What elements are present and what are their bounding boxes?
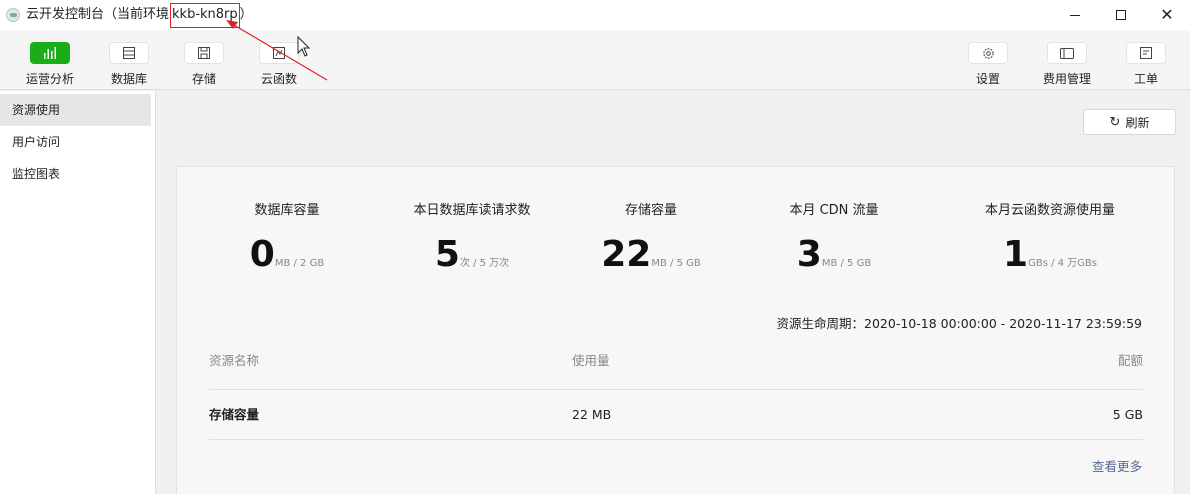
tool-database[interactable]: 数据库	[99, 42, 159, 87]
stat-title: 存储容量	[624, 203, 677, 218]
stat-cloud-function: 本月云函数资源使用量 1GBs / 4 万GBs	[942, 199, 1158, 275]
close-button[interactable]: ✕	[1144, 0, 1190, 30]
tool-settings[interactable]: 设置	[958, 42, 1018, 87]
maximize-icon	[1116, 10, 1126, 20]
stat-title: 本日数据库读请求数	[413, 203, 531, 218]
stat-title: 本月云函数资源使用量	[984, 203, 1115, 218]
tool-label: 数据库	[110, 72, 147, 86]
stat-title: 数据库容量	[254, 203, 320, 218]
sidebar: 资源使用 用户访问 监控图表	[0, 91, 156, 494]
table-header: 资源名称 使用量 配额	[209, 353, 1143, 390]
col-header-quota: 配额	[1117, 353, 1143, 368]
stat-unit: MB / 2 GB	[274, 258, 325, 269]
function-icon	[259, 42, 299, 64]
refresh-label: 刷新	[1125, 115, 1150, 130]
bar-chart-icon	[30, 42, 70, 64]
tool-label: 存储	[191, 72, 216, 86]
toolbar: 运营分析 数据库 存储 云函数 设置 费用管理 工单	[0, 30, 1190, 90]
resource-table: 资源名称 使用量 配额 存储容量 22 MB 5 GB	[209, 353, 1143, 440]
gear-icon	[968, 42, 1008, 64]
refresh-button[interactable]: ↻ 刷新	[1083, 109, 1176, 135]
sidebar-item-user-access[interactable]: 用户访问	[0, 126, 151, 158]
stat-value: 3	[796, 234, 822, 275]
stat-cdn-traffic: 本月 CDN 流量 3MB / 5 GB	[734, 199, 934, 275]
cell-usage: 22 MB	[572, 407, 612, 422]
stat-db-capacity: 数据库容量 0MB / 2 GB	[187, 199, 387, 275]
stat-unit: MB / 5 GB	[821, 258, 872, 269]
tool-cloud-functions[interactable]: 云函数	[249, 42, 309, 87]
ticket-icon	[1126, 42, 1166, 64]
tool-storage[interactable]: 存储	[174, 42, 234, 87]
tool-billing[interactable]: 费用管理	[1037, 42, 1097, 87]
save-icon	[184, 42, 224, 64]
col-header-usage: 使用量	[572, 353, 610, 368]
resource-usage-panel: 数据库容量 0MB / 2 GB 本日数据库读请求数 5次 / 5 万次 存储容…	[176, 166, 1175, 494]
sidebar-item-monitor-charts[interactable]: 监控图表	[0, 158, 151, 190]
tool-label: 工单	[1133, 72, 1158, 86]
stat-title: 本月 CDN 流量	[789, 203, 879, 218]
stat-value: 22	[601, 234, 652, 275]
minimize-icon	[1070, 14, 1080, 16]
resource-lifecycle: 资源生命周期：2020-10-18 00:00:00 - 2020-11-17 …	[776, 316, 1142, 331]
maximize-button[interactable]	[1098, 0, 1144, 30]
tool-operations-analysis[interactable]: 运营分析	[20, 42, 80, 87]
stat-unit: GBs / 4 万GBs	[1028, 258, 1097, 269]
env-id-highlight: kkb-kn8rp	[170, 2, 240, 28]
refresh-icon: ↻	[1109, 114, 1121, 130]
cell-resource-name: 存储容量	[209, 407, 260, 422]
database-icon	[109, 42, 149, 64]
stat-storage: 存储容量 22MB / 5 GB	[551, 199, 751, 275]
stat-db-reads: 本日数据库读请求数 5次 / 5 万次	[372, 199, 572, 275]
cell-quota: 5 GB	[1112, 407, 1143, 422]
close-icon: ✕	[1160, 5, 1174, 24]
stat-unit: MB / 5 GB	[651, 258, 701, 269]
window-title: 云开发控制台（当前环境 kkb-kn8rp）	[26, 2, 253, 28]
tool-label: 设置	[975, 72, 1000, 86]
tool-label: 云函数	[260, 72, 297, 86]
table-row: 存储容量 22 MB 5 GB	[209, 390, 1143, 440]
tool-label: 运营分析	[25, 72, 74, 86]
stat-value: 1	[1003, 234, 1029, 275]
sidebar-item-resource-usage[interactable]: 资源使用	[0, 94, 151, 126]
tool-label: 费用管理	[1042, 72, 1091, 86]
view-more-link[interactable]: 查看更多	[1092, 456, 1142, 475]
stat-unit: 次 / 5 万次	[459, 258, 510, 269]
window-title-text: 云开发控制台（当前环境	[26, 6, 170, 22]
stat-value: 0	[249, 234, 275, 275]
stat-value: 5	[434, 234, 460, 275]
window-title-suffix: ）	[239, 6, 253, 22]
title-bar: 云开发控制台（当前环境 kkb-kn8rp） ✕	[0, 0, 1190, 30]
col-header-name: 资源名称	[209, 353, 260, 368]
window-controls: ✕	[1052, 0, 1190, 30]
app-logo-icon	[6, 8, 20, 22]
tool-ticket[interactable]: 工单	[1116, 42, 1176, 87]
main-content: ↻ 刷新 数据库容量 0MB / 2 GB 本日数据库读请求数 5次 / 5 万…	[157, 91, 1190, 494]
minimize-button[interactable]	[1052, 0, 1098, 30]
billing-icon	[1047, 42, 1087, 64]
